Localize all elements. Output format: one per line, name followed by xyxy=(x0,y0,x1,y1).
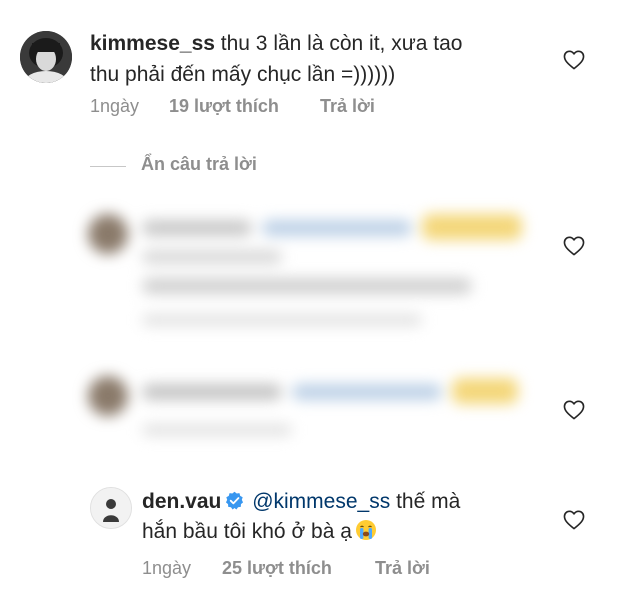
avatar-den-vau[interactable] xyxy=(90,487,132,529)
comment-text-line2: hắn bầu tôi khó ở bà ạ xyxy=(142,516,377,547)
heart-outline-icon[interactable] xyxy=(563,400,585,420)
comment-meta: 1ngày 25 lượt thích Trả lời xyxy=(142,558,462,582)
verified-badge-icon xyxy=(225,488,244,510)
mention-link[interactable]: @kimmese_ss xyxy=(252,490,390,513)
comment-meta: 1ngày 19 lượt thích Trả lời xyxy=(90,96,410,120)
blurred-emoji xyxy=(452,378,518,404)
blurred-mention xyxy=(262,220,412,236)
comment-username[interactable]: kimmese_ss xyxy=(90,32,215,55)
hide-replies-divider xyxy=(90,166,126,167)
blurred-avatar xyxy=(88,376,128,416)
comment-time: 1ngày xyxy=(142,558,192,578)
heart-outline-icon[interactable] xyxy=(563,510,585,530)
blurred-meta xyxy=(142,314,422,326)
comment-body: den.vau @kimmese_ss thế mà xyxy=(142,486,460,517)
comment-text-line2-content: hắn bầu tôi khó ở bà ạ xyxy=(142,520,352,543)
blurred-line-3 xyxy=(142,278,472,294)
comment-username[interactable]: den.vau xyxy=(142,490,221,513)
crying-face-emoji xyxy=(355,519,377,541)
reply-button[interactable]: Trả lời xyxy=(375,558,430,579)
comment-likes[interactable]: 19 lượt thích xyxy=(169,96,279,117)
heart-outline-icon[interactable] xyxy=(563,236,585,256)
reply-button[interactable]: Trả lời xyxy=(320,96,375,117)
comment-text-line2: thu phải đến mấy chục lần =)))))) xyxy=(90,59,395,90)
heart-outline-icon[interactable] xyxy=(563,50,585,70)
avatar-kimmese-ss[interactable] xyxy=(20,31,72,83)
blurred-mention xyxy=(292,384,442,400)
blurred-line-2 xyxy=(142,250,282,264)
comment-text-line1: thu 3 lần là còn it, xưa tao xyxy=(220,32,463,55)
blurred-reply xyxy=(0,200,540,350)
comment-body: kimmese_ss thu 3 lần là còn it, xưa tao xyxy=(90,28,463,59)
blurred-avatar xyxy=(88,214,128,254)
blurred-username xyxy=(142,220,252,236)
comment-text-line2-content: thu phải đến mấy chục lần =)))))) xyxy=(90,63,396,86)
blurred-meta xyxy=(142,424,292,436)
blurred-reply xyxy=(0,362,540,452)
blurred-username xyxy=(142,384,282,400)
comment-text-line1: thế mà xyxy=(396,490,461,513)
comment-likes[interactable]: 25 lượt thích xyxy=(222,558,332,579)
blurred-emoji xyxy=(422,214,522,240)
hide-replies-label: Ẩn câu trả lời xyxy=(141,154,257,174)
comment-time: 1ngày xyxy=(90,96,140,116)
